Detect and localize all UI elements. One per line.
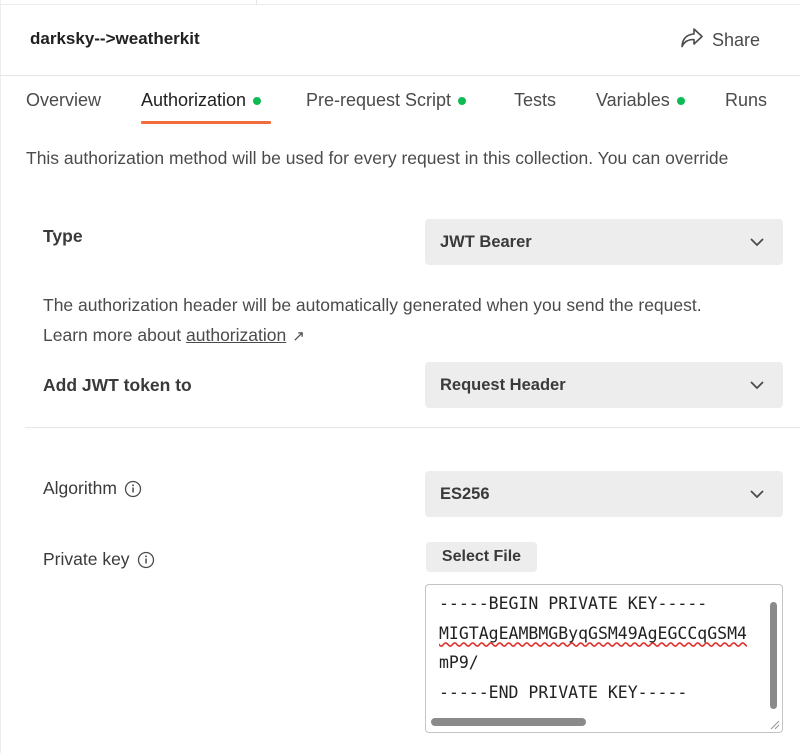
tab-overview[interactable]: Overview	[26, 90, 101, 111]
private-key-label-row: Private key	[43, 549, 155, 570]
type-label: Type	[43, 226, 83, 246]
share-button[interactable]: Share	[680, 27, 760, 54]
vertical-scrollbar[interactable]	[770, 602, 777, 709]
tab-runs[interactable]: Runs	[725, 90, 767, 111]
share-arrow-icon	[680, 27, 704, 54]
key-line: -----END PRIVATE KEY-----	[439, 682, 688, 702]
horizontal-scrollbar[interactable]	[431, 718, 586, 726]
help-text: The authorization header will be automat…	[43, 295, 702, 345]
algorithm-label-row: Algorithm	[43, 478, 142, 499]
info-icon[interactable]	[137, 551, 155, 569]
algorithm-value: ES256	[440, 484, 490, 503]
private-key-content: -----BEGIN PRIVATE KEY----- MIGTAgEAMBMGB…	[439, 589, 747, 707]
chevron-down-icon	[750, 490, 764, 499]
auth-help-text: The authorization header will be automat…	[43, 290, 743, 352]
private-key-label: Private key	[43, 549, 130, 569]
collection-tabs: Overview Authorization Pre-request Scrip…	[0, 76, 800, 126]
collection-title: darksky-->weatherkit	[30, 29, 200, 48]
algorithm-label: Algorithm	[43, 478, 117, 498]
tab-label: Authorization	[141, 90, 247, 110]
select-file-button[interactable]: Select File	[426, 542, 537, 572]
authorization-link[interactable]: authorization	[186, 325, 286, 345]
add-token-label: Add JWT token to	[43, 375, 192, 395]
key-line: mP9/	[439, 653, 479, 672]
tab-variables[interactable]: Variables	[596, 90, 685, 111]
status-dot	[253, 96, 262, 105]
status-dot	[676, 96, 685, 105]
add-token-select[interactable]: Request Header	[425, 362, 783, 408]
key-line: -----BEGIN PRIVATE KEY-----	[439, 594, 708, 613]
key-line: MIGTAgEAMBMGByqGSM49AgEGCCqGSM4	[439, 623, 747, 643]
tab-label: Overview	[26, 90, 102, 110]
tab-label: Pre-request Script	[306, 90, 452, 110]
auth-type-select[interactable]: JWT Bearer	[425, 219, 783, 265]
auth-description: This authorization method will be used f…	[26, 148, 729, 168]
tab-label: Tests	[514, 90, 557, 110]
section-divider	[25, 427, 800, 428]
info-icon[interactable]	[124, 480, 142, 498]
add-token-value: Request Header	[440, 375, 566, 394]
share-label: Share	[712, 30, 761, 50]
chevron-down-icon	[750, 381, 764, 390]
external-link-icon: ↗	[292, 328, 305, 345]
tab-pre-request-script[interactable]: Pre-request Script	[306, 90, 467, 111]
private-key-textarea[interactable]: -----BEGIN PRIVATE KEY----- MIGTAgEAMBMGB…	[425, 584, 783, 733]
resize-grip-icon[interactable]	[769, 719, 780, 730]
algorithm-select[interactable]: ES256	[425, 471, 783, 517]
tab-label: Runs	[725, 90, 768, 110]
status-dot	[458, 96, 467, 105]
tab-authorization[interactable]: Authorization	[141, 90, 262, 111]
tab-tests[interactable]: Tests	[514, 90, 556, 111]
chevron-down-icon	[750, 238, 764, 247]
auth-type-value: JWT Bearer	[440, 232, 532, 251]
tab-label: Variables	[596, 90, 670, 110]
active-tab-indicator	[141, 121, 271, 124]
collection-header: darksky-->weatherkit Share	[0, 5, 800, 76]
